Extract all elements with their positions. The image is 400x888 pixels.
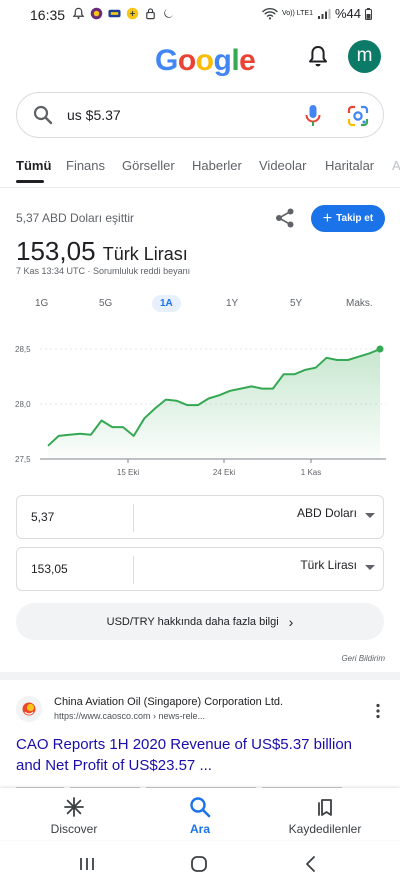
google-lens-icon[interactable] (347, 105, 369, 127)
notifications-bell-icon[interactable] (306, 44, 330, 70)
search-icon (190, 797, 211, 818)
dropdown-caret-icon[interactable] (365, 513, 375, 518)
nav-discover-label: Discover (50, 822, 98, 836)
alarm-bell-icon (72, 7, 85, 19)
y-tick-label: 28,0 (15, 400, 31, 409)
more-options-icon[interactable] (374, 703, 382, 719)
tab-finance[interactable]: Finans (66, 158, 105, 173)
active-tab-indicator (16, 180, 44, 183)
plus-icon: + (322, 209, 333, 227)
section-divider (0, 672, 400, 680)
bookmarks-icon (318, 799, 332, 816)
site-favicon-icon (16, 696, 42, 722)
notification-icons (72, 7, 175, 20)
microphone-icon[interactable] (303, 104, 323, 128)
price-chart[interactable]: 28,5 28,0 27,5 15 Eki 24 Eki 1 Kas (0, 330, 400, 490)
y-tick-label: 28,5 (15, 345, 31, 354)
logo-letter: g (213, 44, 232, 77)
result-site-name[interactable]: China Aviation Oil (Singapore) Corporati… (54, 696, 283, 708)
result-title-link[interactable]: CAO Reports 1H 2020 Revenue of US$5.37 b… (16, 734, 366, 776)
x-tick-label: 15 Eki (117, 468, 139, 477)
nav-discover[interactable]: Discover (50, 796, 98, 836)
range-1d[interactable]: 1G (35, 298, 48, 309)
status-bar: 16:35 Vo)) LTE1 %44 (0, 0, 400, 30)
wifi-icon (262, 7, 278, 20)
converter-divider (133, 556, 134, 584)
tab-more[interactable]: A (392, 158, 400, 173)
back-icon[interactable] (304, 855, 318, 873)
tab-all[interactable]: Tümü (16, 158, 51, 173)
logo-letter: o (195, 44, 214, 77)
chevron-right-icon: › (288, 613, 294, 630)
last-point-marker (376, 345, 384, 353)
search-icon (33, 105, 53, 125)
timestamp-disclaimer[interactable]: 7 Kas 13:34 UTC · Sorumluluk reddi beyan… (16, 266, 190, 276)
bottom-navigation: Discover Ara Kaydedilenler (0, 788, 400, 840)
more-info-label: USD/TRY hakkında daha fazla bilgi (106, 615, 279, 628)
range-tabs: 1G 5G 1A 1Y 5Y Maks. (0, 295, 400, 318)
range-max[interactable]: Maks. (346, 298, 373, 309)
share-icon[interactable] (274, 207, 296, 229)
battery-percent: %44 (334, 6, 361, 21)
asterisk-icon (64, 797, 84, 817)
follow-button[interactable]: + Takip et (311, 205, 385, 232)
from-currency-select[interactable]: ABD Doları (297, 506, 357, 520)
equivalence-label: 5,37 ABD Doları eşittir (16, 211, 135, 225)
account-avatar[interactable]: m (348, 40, 381, 73)
logo-letter: l (231, 44, 240, 77)
app-notification-icon-3 (126, 7, 139, 20)
result-url[interactable]: https://www.caosco.com › news-rele... (54, 711, 205, 721)
logo-letter: o (177, 44, 196, 77)
tab-maps[interactable]: Haritalar (325, 158, 374, 173)
tab-videos[interactable]: Videolar (259, 158, 306, 173)
value-number: 153,05 (16, 236, 96, 266)
app-notification-icon (90, 7, 103, 20)
converted-value: 153,05 Türk Lirası (16, 236, 188, 267)
app-notification-icon-2 (108, 9, 121, 18)
range-5y[interactable]: 5Y (290, 298, 302, 309)
chart-area (48, 349, 380, 459)
range-1y[interactable]: 1Y (226, 298, 238, 309)
moon-icon (164, 9, 173, 18)
x-tick-label: 24 Eki (213, 468, 235, 477)
from-amount-input[interactable]: 5,37 (31, 510, 54, 524)
status-time: 16:35 (30, 7, 66, 23)
converter-divider (133, 504, 134, 532)
logo-letter: e (239, 44, 256, 77)
system-navigation-bar (0, 842, 400, 888)
dropdown-caret-icon[interactable] (365, 565, 375, 570)
system-status: Vo)) LTE1 %44 (262, 6, 372, 21)
nav-saved-label: Kaydedilenler (288, 822, 362, 836)
from-converter: 5,37 ABD Doları (16, 495, 384, 539)
network-label: Vo)) LTE1 (281, 10, 313, 17)
tab-news[interactable]: Haberler (192, 158, 242, 173)
range-5d[interactable]: 5G (99, 298, 112, 309)
battery-icon (365, 7, 372, 20)
signal-icon (317, 8, 331, 19)
home-icon[interactable] (190, 855, 208, 873)
google-logo[interactable]: Google (155, 44, 256, 78)
to-amount-input[interactable]: 153,05 (31, 562, 68, 576)
to-currency-select[interactable]: Türk Lirası (300, 558, 357, 572)
search-query[interactable]: us $5.37 (67, 107, 121, 123)
more-info-button[interactable]: USD/TRY hakkında daha fazla bilgi › (16, 603, 384, 640)
x-tick-label: 1 Kas (301, 468, 321, 477)
follow-label: Takip et (336, 213, 374, 224)
y-tick-label: 27,5 (15, 455, 31, 464)
nav-search-label: Ara (189, 822, 210, 836)
lock-icon (146, 8, 155, 20)
value-unit: Türk Lirası (102, 244, 188, 264)
to-converter: 153,05 Türk Lirası (16, 547, 384, 591)
tab-images[interactable]: Görseller (122, 158, 175, 173)
nav-saved[interactable]: Kaydedilenler (286, 796, 364, 836)
nav-search[interactable]: Ara (186, 796, 214, 836)
feedback-link[interactable]: Geri Bildirim (341, 654, 385, 663)
logo-letter: G (155, 44, 178, 77)
recent-apps-icon[interactable] (78, 856, 96, 872)
search-tabs: Tümü Finans Görseller Haberler Videolar … (0, 156, 400, 188)
search-box[interactable]: us $5.37 (16, 92, 384, 138)
range-1m[interactable]: 1A (152, 295, 181, 312)
